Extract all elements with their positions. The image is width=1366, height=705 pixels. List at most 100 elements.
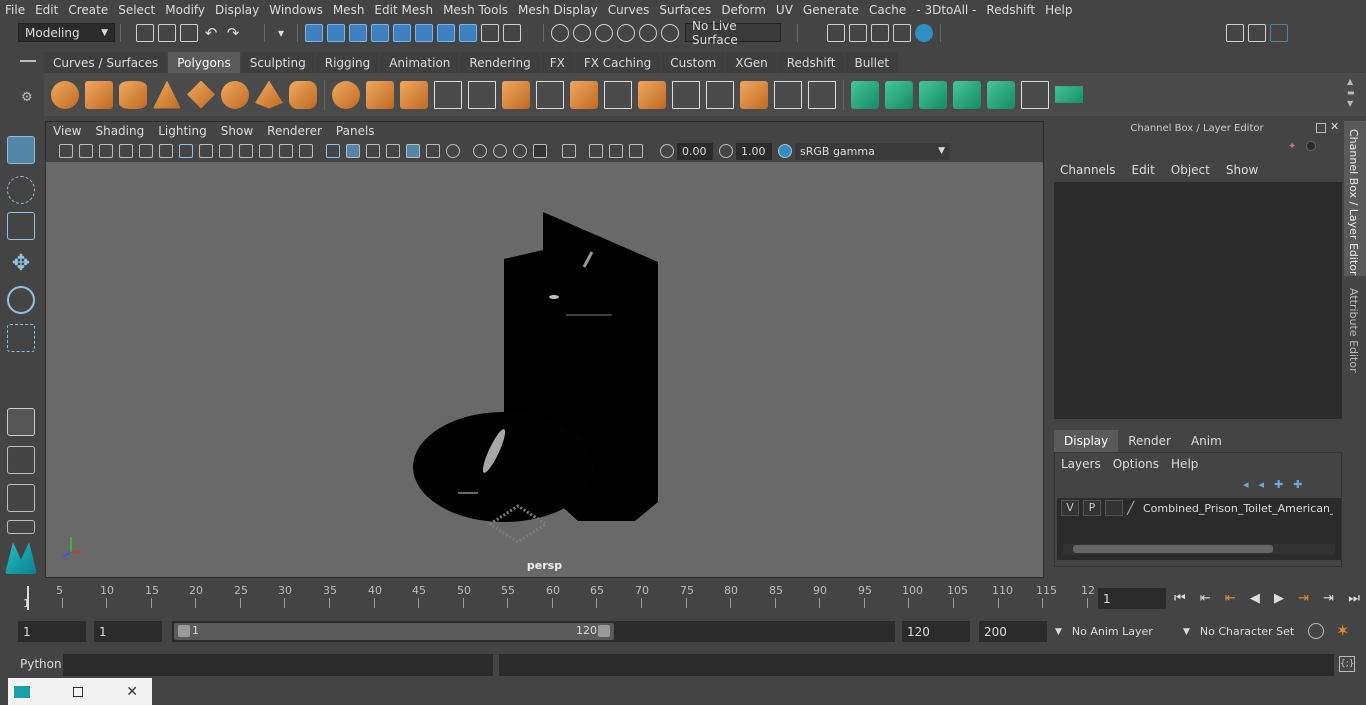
layout-four-view-icon[interactable] xyxy=(7,446,35,474)
automatic-uv-icon[interactable] xyxy=(953,80,981,109)
float-panel-icon[interactable] xyxy=(1316,123,1326,133)
mode-selector[interactable]: Modeling ▼ xyxy=(18,23,115,42)
menu-cache[interactable]: Cache xyxy=(864,3,911,17)
depth-of-field-icon[interactable] xyxy=(533,144,547,158)
camera-attributes-icon[interactable] xyxy=(79,144,93,158)
play-backward-icon[interactable]: ◀ xyxy=(1250,591,1260,606)
menu-mesh-tools[interactable]: Mesh Tools xyxy=(438,3,513,17)
range-slider-bar[interactable] xyxy=(174,623,614,640)
channel-box-menu-channels[interactable]: Channels xyxy=(1052,161,1124,179)
grease-pencil-icon[interactable] xyxy=(159,144,173,158)
shelf-tab-rendering[interactable]: Rendering xyxy=(460,52,540,73)
exposure-field[interactable]: 0.00 xyxy=(677,142,713,160)
snap-live-icon[interactable] xyxy=(573,23,591,42)
shelf-tab-bullet[interactable]: Bullet xyxy=(845,52,899,73)
menu-modify[interactable]: Modify xyxy=(160,3,210,17)
viewport-menu-renderer[interactable]: Renderer xyxy=(260,124,329,138)
layer-name[interactable]: Combined_Prison_Toilet_American_St xyxy=(1143,502,1333,515)
step-back-key-icon[interactable]: ⇤ xyxy=(1200,591,1211,606)
offset-edge-loop-icon[interactable] xyxy=(774,80,802,109)
cut-uv-icon[interactable] xyxy=(1055,86,1083,103)
xray-joints-icon[interactable] xyxy=(589,144,603,158)
poly-cone-icon[interactable] xyxy=(153,80,181,109)
poly-pipe-icon[interactable] xyxy=(289,80,317,109)
menu-generate[interactable]: Generate xyxy=(798,3,864,17)
extrude-icon[interactable] xyxy=(502,80,530,109)
2d-pan-zoom-icon[interactable] xyxy=(139,144,153,158)
use-all-lights-icon[interactable] xyxy=(426,144,440,158)
undo-icon[interactable]: ↶ xyxy=(202,24,220,42)
step-forward-key-icon[interactable]: ⇥ xyxy=(1323,591,1334,606)
layer-horizontal-scrollbar[interactable] xyxy=(1063,544,1335,554)
poly-plane-icon[interactable] xyxy=(187,80,215,109)
select-hierarchy-icon[interactable] xyxy=(305,23,323,42)
screen-space-ao-icon[interactable] xyxy=(473,144,487,158)
layer-row[interactable]: V P ╱ Combined_Prison_Toilet_American_St xyxy=(1057,499,1341,517)
menu-help[interactable]: Help xyxy=(1040,3,1077,17)
wireframe-icon[interactable] xyxy=(326,144,340,158)
shelf-tab-custom[interactable]: Custom xyxy=(661,52,726,73)
select-tool-icon[interactable] xyxy=(7,136,35,164)
poly-pyramid-icon[interactable] xyxy=(255,80,283,109)
range-slider-end-handle[interactable] xyxy=(598,625,610,637)
layer-color-icon[interactable]: ╱ xyxy=(1127,501,1141,515)
color-management-icon[interactable] xyxy=(778,144,792,158)
layer-menu-options[interactable]: Options xyxy=(1107,455,1165,473)
scene-canvas[interactable] xyxy=(46,162,1043,577)
menu-windows[interactable]: Windows xyxy=(264,3,328,17)
extract-icon[interactable] xyxy=(468,80,496,109)
scale-tool-icon[interactable] xyxy=(7,324,35,352)
poly-cylinder-icon[interactable] xyxy=(119,80,147,109)
layout-outliner-icon[interactable] xyxy=(7,520,35,534)
perspective-viewport[interactable]: View Shading Lighting Show Renderer Panels 0.… xyxy=(45,121,1044,578)
color-space-dropdown[interactable]: sRGB gamma ▼ xyxy=(795,142,950,160)
shelf-settings-gear-icon[interactable]: ⚙ xyxy=(21,91,35,105)
channel-state-icon[interactable] xyxy=(1306,141,1316,151)
move-tool-icon[interactable]: ✥ xyxy=(7,250,35,278)
layer-display-type-toggle[interactable] xyxy=(1105,500,1123,516)
channel-box-menu-edit[interactable]: Edit xyxy=(1124,161,1163,179)
current-frame-field[interactable]: 1 xyxy=(1098,588,1166,609)
gamma-icon[interactable] xyxy=(719,144,733,158)
shelf-tab-rigging[interactable]: Rigging xyxy=(315,52,380,73)
viewport-menu-shading[interactable]: Shading xyxy=(88,124,151,138)
shelf-tab-fx[interactable]: FX xyxy=(540,52,574,73)
isolate-select-icon[interactable] xyxy=(562,144,576,158)
workspace-icon[interactable] xyxy=(1226,23,1244,42)
snap-grid-icon[interactable] xyxy=(371,23,389,42)
select-object-icon[interactable] xyxy=(327,23,345,42)
restore-window-icon[interactable] xyxy=(73,686,84,697)
new-scene-icon[interactable] xyxy=(136,23,154,42)
channel-box-menu-show[interactable]: Show xyxy=(1218,161,1266,179)
safe-title-icon[interactable] xyxy=(299,144,313,158)
new-layer-selected-icon[interactable]: ✚ xyxy=(1293,478,1302,492)
uv-editor-icon[interactable] xyxy=(987,80,1015,109)
channel-box-toggle-icon[interactable] xyxy=(1270,23,1288,42)
maya-window-icon[interactable] xyxy=(14,685,30,698)
selection-mask-icon[interactable]: ▾ xyxy=(272,24,290,42)
gate-mask-icon[interactable] xyxy=(239,144,253,158)
auto-key-icon[interactable] xyxy=(1308,623,1324,639)
menu-mesh[interactable]: Mesh xyxy=(328,3,370,17)
menu-create[interactable]: Create xyxy=(63,3,113,17)
checker-icon[interactable] xyxy=(1021,80,1049,109)
backface-cull-icon[interactable] xyxy=(629,144,643,158)
shelf-tab-animation[interactable]: Animation xyxy=(380,52,460,73)
menu-display[interactable]: Display xyxy=(210,3,264,17)
go-to-end-icon[interactable]: ⏭ xyxy=(1348,591,1360,606)
field-chart-icon[interactable] xyxy=(259,144,273,158)
menu-curves[interactable]: Curves xyxy=(603,3,655,17)
hypershade-icon[interactable] xyxy=(915,23,933,42)
viewport-menu-panels[interactable]: Panels xyxy=(329,124,382,138)
separate-icon[interactable] xyxy=(366,80,394,109)
move-layer-down-icon[interactable]: ◂ xyxy=(1259,478,1265,492)
side-tab-attribute-editor[interactable]: Attribute Editor xyxy=(1344,280,1366,380)
help-icon[interactable] xyxy=(459,23,477,42)
motion-blur-icon[interactable] xyxy=(493,144,507,158)
snap-vertex-icon[interactable] xyxy=(661,23,679,42)
ipr-render-icon[interactable] xyxy=(871,23,889,42)
rotate-tool-icon[interactable] xyxy=(7,286,35,314)
spherical-uv-icon[interactable] xyxy=(919,80,947,109)
lock-icon[interactable] xyxy=(481,23,499,42)
menu-uv[interactable]: UV xyxy=(771,3,798,17)
